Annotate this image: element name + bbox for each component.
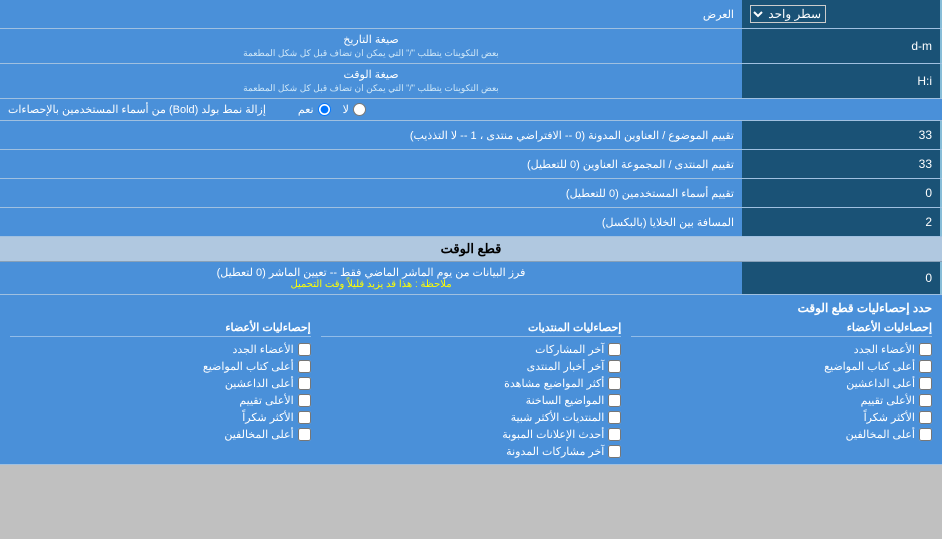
col2-header: إحصاءليات المنتديات xyxy=(321,321,622,337)
list-item: المنتديات الأكثر شبية xyxy=(321,411,622,424)
checkboxes-header: حدد إحصاءليات قطع الوقت xyxy=(10,301,932,315)
row-distance: المسافة بين الخلايا (بالبكسل) 2 xyxy=(0,208,942,237)
label-topics-order: تقييم الموضوع / العناوين المدونة (0 -- ا… xyxy=(0,121,742,149)
label-remove-bold: إزالة نمط بولد (Bold) من أسماء المستخدمي… xyxy=(8,103,266,116)
list-item: الأعلى تقييم xyxy=(631,394,932,407)
cb-col1-4[interactable] xyxy=(919,394,932,407)
list-item: أعلى كتاب المواضيع xyxy=(10,360,311,373)
label-cut-time: فرز البيانات من يوم الماشر الماضي فقط --… xyxy=(0,262,742,294)
label-distance: المسافة بين الخلايا (بالبكسل) xyxy=(0,208,742,236)
label-forum-order: تقييم المنتدى / المجموعة العناوين (0 للت… xyxy=(0,150,742,178)
text-cut-time[interactable]: 0 xyxy=(750,271,932,285)
list-item: آخر المشاركات xyxy=(321,343,622,356)
select-al-ard[interactable]: سطر واحد سطران ثلاثة أسطر xyxy=(750,5,826,23)
input-time-format[interactable]: H:i xyxy=(742,64,942,98)
list-item: أعلى الداعشين xyxy=(10,377,311,390)
text-users-names[interactable]: 0 xyxy=(750,186,932,200)
row-remove-bold: إزالة نمط بولد (Bold) من أسماء المستخدمي… xyxy=(0,99,942,121)
row-forum-order: تقييم المنتدى / المجموعة العناوين (0 للت… xyxy=(0,150,942,179)
row-time-format: صيغة الوقت بعض التكوينات يتطلب "/" التي … xyxy=(0,64,942,99)
radio-no[interactable] xyxy=(353,103,366,116)
radio-yes-label[interactable]: نعم xyxy=(298,103,331,116)
list-item: الأعلى تقييم xyxy=(10,394,311,407)
cb-col3-4[interactable] xyxy=(298,394,311,407)
cb-col2-5[interactable] xyxy=(608,411,621,424)
col1-header: إحصاءليات الأعضاء xyxy=(631,321,932,337)
cb-col3-5[interactable] xyxy=(298,411,311,424)
label-users-names: تقييم أسماء المستخدمين (0 للتعطيل) xyxy=(0,179,742,207)
checkbox-col-3: إحصاءليات الأعضاء الأعضاء الجدد أعلى كتا… xyxy=(10,321,311,458)
checkboxes-grid: إحصاءليات الأعضاء الأعضاء الجدد أعلى كتا… xyxy=(10,321,932,458)
row-topics-order: تقييم الموضوع / العناوين المدونة (0 -- ا… xyxy=(0,121,942,150)
row-cut-time: فرز البيانات من يوم الماشر الماضي فقط --… xyxy=(0,262,942,295)
checkbox-col-1: إحصاءليات الأعضاء الأعضاء الجدد أعلى كتا… xyxy=(631,321,932,458)
radio-yes[interactable] xyxy=(318,103,331,116)
main-container: العرض سطر واحد سطران ثلاثة أسطر صيغة الت… xyxy=(0,0,942,465)
list-item: أكثر المواضيع مشاهدة xyxy=(321,377,622,390)
cb-col2-3[interactable] xyxy=(608,377,621,390)
cb-col3-6[interactable] xyxy=(298,428,311,441)
row-al-ard: العرض سطر واحد سطران ثلاثة أسطر xyxy=(0,0,942,29)
list-item: الأعضاء الجدد xyxy=(10,343,311,356)
cb-col1-5[interactable] xyxy=(919,411,932,424)
list-item: المواضيع الساخنة xyxy=(321,394,622,407)
input-topics-order[interactable]: 33 xyxy=(742,121,942,149)
list-item: أعلى كتاب المواضيع xyxy=(631,360,932,373)
input-users-names[interactable]: 0 xyxy=(742,179,942,207)
col3-header: إحصاءليات الأعضاء xyxy=(10,321,311,337)
cb-col2-2[interactable] xyxy=(608,360,621,373)
text-forum-order[interactable]: 33 xyxy=(750,157,932,171)
input-date-format[interactable]: d-m xyxy=(742,29,942,63)
radio-no-label[interactable]: لا xyxy=(343,103,366,116)
row-users-names: تقييم أسماء المستخدمين (0 للتعطيل) 0 xyxy=(0,179,942,208)
input-al-ard[interactable]: سطر واحد سطران ثلاثة أسطر xyxy=(742,0,942,28)
text-topics-order[interactable]: 33 xyxy=(750,128,932,142)
text-distance[interactable]: 2 xyxy=(750,215,932,229)
cb-col2-6[interactable] xyxy=(608,428,621,441)
cb-col1-3[interactable] xyxy=(919,377,932,390)
label-time-format: صيغة الوقت بعض التكوينات يتطلب "/" التي … xyxy=(0,64,742,98)
cb-col1-1[interactable] xyxy=(919,343,932,356)
list-item: أحدث الإعلانات المبوبة xyxy=(321,428,622,441)
cb-col1-2[interactable] xyxy=(919,360,932,373)
cb-col3-1[interactable] xyxy=(298,343,311,356)
section-header-cut-time: قطع الوقت xyxy=(0,237,942,262)
row-date-format: صيغة التاريخ بعض التكوينات يتطلب "/" الت… xyxy=(0,29,942,64)
cb-col2-4[interactable] xyxy=(608,394,621,407)
list-item: أعلى المخالفين xyxy=(631,428,932,441)
cb-col2-1[interactable] xyxy=(608,343,621,356)
list-item: الأعضاء الجدد xyxy=(631,343,932,356)
cb-col1-6[interactable] xyxy=(919,428,932,441)
input-forum-order[interactable]: 33 xyxy=(742,150,942,178)
list-item: آخر أخبار المنتدى xyxy=(321,360,622,373)
cb-col3-2[interactable] xyxy=(298,360,311,373)
input-distance[interactable]: 2 xyxy=(742,208,942,236)
checkboxes-section: حدد إحصاءليات قطع الوقت إحصاءليات الأعضا… xyxy=(0,295,942,465)
list-item: الأكثر شكراً xyxy=(10,411,311,424)
input-cut-time[interactable]: 0 xyxy=(742,262,942,294)
label-al-ard: العرض xyxy=(0,0,742,28)
list-item: الأكثر شكراً xyxy=(631,411,932,424)
list-item: أعلى المخالفين xyxy=(10,428,311,441)
text-time-format[interactable]: H:i xyxy=(750,74,932,88)
checkbox-col-2: إحصاءليات المنتديات آخر المشاركات آخر أخ… xyxy=(321,321,622,458)
cb-col2-7[interactable] xyxy=(608,445,621,458)
list-item: آخر مشاركات المدونة xyxy=(321,445,622,458)
cb-col3-3[interactable] xyxy=(298,377,311,390)
text-date-format[interactable]: d-m xyxy=(750,39,932,53)
label-date-format: صيغة التاريخ بعض التكوينات يتطلب "/" الت… xyxy=(0,29,742,63)
list-item: أعلى الداعشين xyxy=(631,377,932,390)
